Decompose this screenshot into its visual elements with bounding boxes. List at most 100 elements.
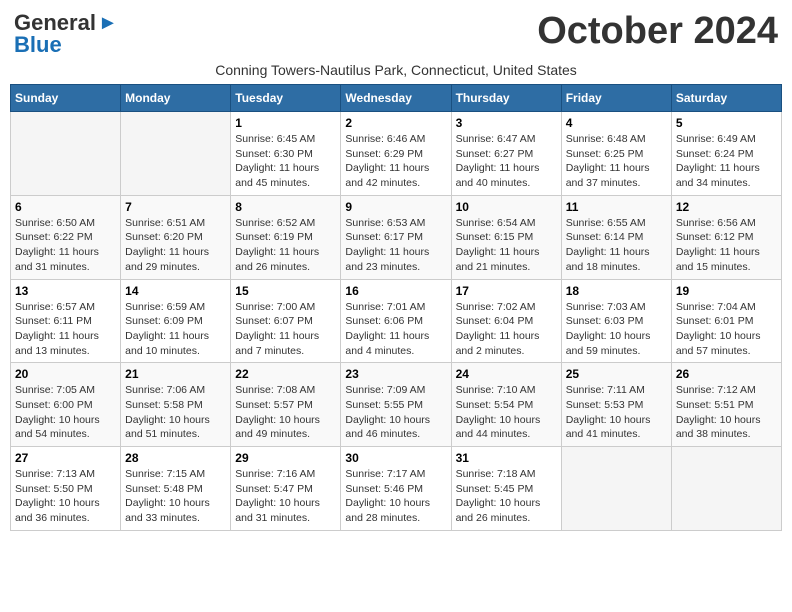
calendar-day-cell: 28 Sunrise: 7:15 AM Sunset: 5:48 PM Dayli… xyxy=(121,447,231,531)
col-header-thursday: Thursday xyxy=(451,85,561,112)
calendar-day-cell: 17 Sunrise: 7:02 AM Sunset: 6:04 PM Dayli… xyxy=(451,279,561,363)
calendar-subtitle: Conning Towers-Nautilus Park, Connecticu… xyxy=(10,62,782,78)
calendar-day-cell: 18 Sunrise: 7:03 AM Sunset: 6:03 PM Dayli… xyxy=(561,279,671,363)
day-detail: Sunrise: 7:18 AM Sunset: 5:45 PM Dayligh… xyxy=(456,467,557,526)
calendar-day-cell: 22 Sunrise: 7:08 AM Sunset: 5:57 PM Dayli… xyxy=(231,363,341,447)
calendar-day-cell: 14 Sunrise: 6:59 AM Sunset: 6:09 PM Dayli… xyxy=(121,279,231,363)
calendar-week-row: 20Sunrise: 7:05 AM Sunset: 6:00 PM Dayli… xyxy=(11,363,782,447)
col-header-friday: Friday xyxy=(561,85,671,112)
day-detail: Sunrise: 7:12 AM Sunset: 5:51 PM Dayligh… xyxy=(676,383,777,442)
calendar-day-cell: 4Sunrise: 6:48 AM Sunset: 6:25 PM Daylig… xyxy=(561,112,671,196)
day-detail: Sunrise: 7:04 AM Sunset: 6:01 PM Dayligh… xyxy=(676,300,777,359)
day-number: 22 xyxy=(235,367,336,381)
day-number: 16 xyxy=(345,284,446,298)
day-number: 18 xyxy=(566,284,667,298)
calendar-day-cell xyxy=(11,112,121,196)
calendar-day-cell: 5 Sunrise: 6:49 AM Sunset: 6:24 PM Daylig… xyxy=(671,112,781,196)
day-detail: Sunrise: 7:15 AM Sunset: 5:48 PM Dayligh… xyxy=(125,467,226,526)
day-detail: Sunrise: 7:10 AM Sunset: 5:54 PM Dayligh… xyxy=(456,383,557,442)
calendar-day-cell: 23 Sunrise: 7:09 AM Sunset: 5:55 PM Dayli… xyxy=(341,363,451,447)
day-detail: Sunrise: 6:52 AM Sunset: 6:19 PM Dayligh… xyxy=(235,216,336,275)
day-number: 29 xyxy=(235,451,336,465)
calendar-day-cell: 12 Sunrise: 6:56 AM Sunset: 6:12 PM Dayli… xyxy=(671,195,781,279)
day-detail: Sunrise: 6:53 AM Sunset: 6:17 PM Dayligh… xyxy=(345,216,446,275)
day-number: 7 xyxy=(125,200,226,214)
calendar-day-cell: 26 Sunrise: 7:12 AM Sunset: 5:51 PM Dayli… xyxy=(671,363,781,447)
col-header-monday: Monday xyxy=(121,85,231,112)
calendar-day-cell: 9 Sunrise: 6:53 AM Sunset: 6:17 PM Daylig… xyxy=(341,195,451,279)
day-number: 21 xyxy=(125,367,226,381)
day-number: 8 xyxy=(235,200,336,214)
day-detail: Sunrise: 6:54 AM Sunset: 6:15 PM Dayligh… xyxy=(456,216,557,275)
day-detail: Sunrise: 6:59 AM Sunset: 6:09 PM Dayligh… xyxy=(125,300,226,359)
day-number: 1 xyxy=(235,116,336,130)
calendar-week-row: 1 Sunrise: 6:45 AM Sunset: 6:30 PM Daylig… xyxy=(11,112,782,196)
day-detail: Sunrise: 6:47 AM Sunset: 6:27 PM Dayligh… xyxy=(456,132,557,191)
day-number: 19 xyxy=(676,284,777,298)
day-number: 2 xyxy=(345,116,446,130)
day-detail: Sunrise: 6:56 AM Sunset: 6:12 PM Dayligh… xyxy=(676,216,777,275)
calendar-day-cell: 30 Sunrise: 7:17 AM Sunset: 5:46 PM Dayli… xyxy=(341,447,451,531)
calendar-day-cell: 29 Sunrise: 7:16 AM Sunset: 5:47 PM Dayli… xyxy=(231,447,341,531)
calendar-day-cell xyxy=(671,447,781,531)
day-number: 17 xyxy=(456,284,557,298)
calendar-day-cell: 25 Sunrise: 7:11 AM Sunset: 5:53 PM Dayli… xyxy=(561,363,671,447)
day-detail: Sunrise: 7:16 AM Sunset: 5:47 PM Dayligh… xyxy=(235,467,336,526)
day-number: 11 xyxy=(566,200,667,214)
calendar-day-cell: 7 Sunrise: 6:51 AM Sunset: 6:20 PM Daylig… xyxy=(121,195,231,279)
day-detail: Sunrise: 7:17 AM Sunset: 5:46 PM Dayligh… xyxy=(345,467,446,526)
calendar-table: SundayMondayTuesdayWednesdayThursdayFrid… xyxy=(10,84,782,531)
day-number: 10 xyxy=(456,200,557,214)
day-number: 25 xyxy=(566,367,667,381)
calendar-day-cell: 31 Sunrise: 7:18 AM Sunset: 5:45 PM Dayli… xyxy=(451,447,561,531)
day-number: 9 xyxy=(345,200,446,214)
day-detail: Sunrise: 7:13 AM Sunset: 5:50 PM Dayligh… xyxy=(15,467,116,526)
day-detail: Sunrise: 7:02 AM Sunset: 6:04 PM Dayligh… xyxy=(456,300,557,359)
col-header-wednesday: Wednesday xyxy=(341,85,451,112)
col-header-sunday: Sunday xyxy=(11,85,121,112)
day-number: 28 xyxy=(125,451,226,465)
day-detail: Sunrise: 7:00 AM Sunset: 6:07 PM Dayligh… xyxy=(235,300,336,359)
day-number: 27 xyxy=(15,451,116,465)
calendar-day-cell: 16Sunrise: 7:01 AM Sunset: 6:06 PM Dayli… xyxy=(341,279,451,363)
day-number: 31 xyxy=(456,451,557,465)
logo-bird-icon: ► xyxy=(98,12,118,35)
calendar-day-cell: 24 Sunrise: 7:10 AM Sunset: 5:54 PM Dayli… xyxy=(451,363,561,447)
calendar-day-cell: 13Sunrise: 6:57 AM Sunset: 6:11 PM Dayli… xyxy=(11,279,121,363)
day-number: 24 xyxy=(456,367,557,381)
day-detail: Sunrise: 6:51 AM Sunset: 6:20 PM Dayligh… xyxy=(125,216,226,275)
page-header: General ► Blue October 2024 xyxy=(10,10,782,58)
day-number: 23 xyxy=(345,367,446,381)
day-number: 3 xyxy=(456,116,557,130)
day-number: 26 xyxy=(676,367,777,381)
calendar-day-cell: 8 Sunrise: 6:52 AM Sunset: 6:19 PM Daylig… xyxy=(231,195,341,279)
calendar-week-row: 27 Sunrise: 7:13 AM Sunset: 5:50 PM Dayli… xyxy=(11,447,782,531)
day-detail: Sunrise: 6:45 AM Sunset: 6:30 PM Dayligh… xyxy=(235,132,336,191)
day-number: 6 xyxy=(15,200,116,214)
calendar-day-cell: 15Sunrise: 7:00 AM Sunset: 6:07 PM Dayli… xyxy=(231,279,341,363)
calendar-day-cell: 10 Sunrise: 6:54 AM Sunset: 6:15 PM Dayli… xyxy=(451,195,561,279)
day-number: 30 xyxy=(345,451,446,465)
calendar-header-row: SundayMondayTuesdayWednesdayThursdayFrid… xyxy=(11,85,782,112)
calendar-day-cell: 11 Sunrise: 6:55 AM Sunset: 6:14 PM Dayli… xyxy=(561,195,671,279)
day-number: 4 xyxy=(566,116,667,130)
day-detail: Sunrise: 7:08 AM Sunset: 5:57 PM Dayligh… xyxy=(235,383,336,442)
calendar-day-cell xyxy=(561,447,671,531)
day-detail: Sunrise: 7:11 AM Sunset: 5:53 PM Dayligh… xyxy=(566,383,667,442)
col-header-saturday: Saturday xyxy=(671,85,781,112)
calendar-week-row: 13Sunrise: 6:57 AM Sunset: 6:11 PM Dayli… xyxy=(11,279,782,363)
calendar-day-cell: 19 Sunrise: 7:04 AM Sunset: 6:01 PM Dayli… xyxy=(671,279,781,363)
day-detail: Sunrise: 6:55 AM Sunset: 6:14 PM Dayligh… xyxy=(566,216,667,275)
day-number: 5 xyxy=(676,116,777,130)
day-detail: Sunrise: 6:50 AM Sunset: 6:22 PM Dayligh… xyxy=(15,216,116,275)
day-detail: Sunrise: 6:49 AM Sunset: 6:24 PM Dayligh… xyxy=(676,132,777,191)
calendar-day-cell: 27 Sunrise: 7:13 AM Sunset: 5:50 PM Dayli… xyxy=(11,447,121,531)
logo: General ► Blue xyxy=(14,10,118,58)
day-number: 14 xyxy=(125,284,226,298)
day-detail: Sunrise: 7:03 AM Sunset: 6:03 PM Dayligh… xyxy=(566,300,667,359)
calendar-day-cell: 1 Sunrise: 6:45 AM Sunset: 6:30 PM Daylig… xyxy=(231,112,341,196)
day-detail: Sunrise: 7:09 AM Sunset: 5:55 PM Dayligh… xyxy=(345,383,446,442)
day-number: 12 xyxy=(676,200,777,214)
day-detail: Sunrise: 7:06 AM Sunset: 5:58 PM Dayligh… xyxy=(125,383,226,442)
calendar-day-cell: 6 Sunrise: 6:50 AM Sunset: 6:22 PM Daylig… xyxy=(11,195,121,279)
